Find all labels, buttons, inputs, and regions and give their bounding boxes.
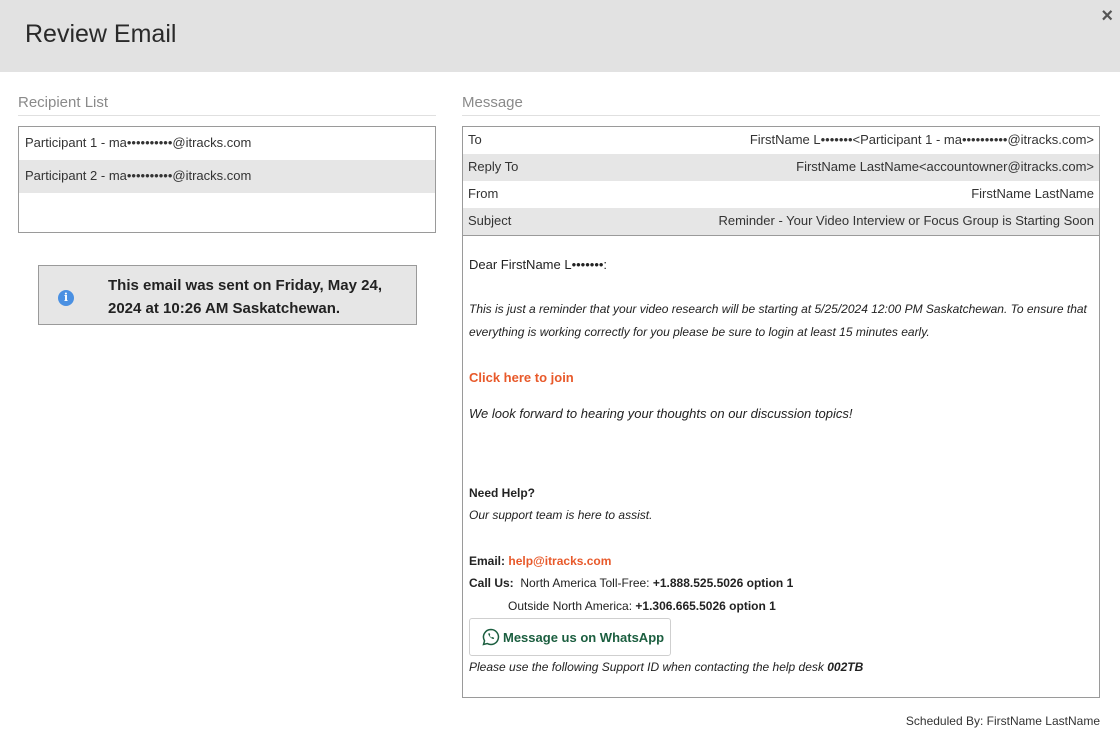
message-label: Message bbox=[462, 94, 1100, 116]
greeting: Dear FirstName L•••••••: bbox=[469, 257, 608, 272]
message-panel: To FirstName L•••••••<Participant 1 - ma… bbox=[462, 126, 1100, 698]
outside-number: +1.306.665.5026 option 1 bbox=[635, 599, 776, 613]
meta-row-reply-to: Reply To FirstName LastName<accountowner… bbox=[463, 154, 1099, 181]
na-label: North America Toll-Free: bbox=[520, 576, 650, 590]
email-label: Email: bbox=[469, 554, 506, 568]
meta-key: Subject bbox=[468, 213, 512, 228]
outside-line: Outside North America: +1.306.665.5026 o… bbox=[508, 599, 776, 613]
body-paragraph: This is just a reminder that your video … bbox=[469, 302, 1087, 316]
outside-label: Outside North America: bbox=[508, 599, 633, 613]
divider bbox=[463, 235, 1099, 236]
support-id: 002TB bbox=[827, 660, 864, 674]
meta-value: FirstName LastName bbox=[971, 186, 1094, 201]
whatsapp-button[interactable]: Message us on WhatsApp bbox=[469, 618, 671, 656]
na-number: +1.888.525.5026 option 1 bbox=[652, 576, 794, 590]
recipient-list-label: Recipient List bbox=[18, 94, 436, 116]
whatsapp-icon bbox=[482, 628, 500, 646]
meta-value: FirstName LastName<accountowner@itracks.… bbox=[796, 159, 1094, 174]
call-line: Call Us: North America Toll-Free: +1.888… bbox=[469, 576, 793, 590]
meta-row-from: From FirstName LastName bbox=[463, 181, 1099, 208]
sent-info-box: i This email was sent on Friday, May 24,… bbox=[38, 265, 417, 325]
modal-header: Review Email × bbox=[0, 0, 1120, 72]
recipient-list: Participant 1 - ma••••••••••@itracks.com… bbox=[18, 126, 436, 233]
support-text: Please use the following Support ID when… bbox=[469, 660, 824, 674]
sent-info-text: This email was sent on Friday, May 24, 2… bbox=[108, 277, 382, 317]
email-link[interactable]: help@itracks.com bbox=[508, 554, 611, 568]
recipient-item[interactable]: Participant 2 - ma••••••••••@itracks.com bbox=[19, 160, 435, 193]
meta-key: From bbox=[468, 186, 499, 201]
page-title: Review Email bbox=[25, 20, 177, 48]
info-icon: i bbox=[58, 290, 74, 306]
email-line: Email: help@itracks.com bbox=[469, 554, 611, 568]
recipient-item[interactable]: Participant 1 - ma••••••••••@itracks.com bbox=[19, 127, 435, 160]
meta-row-subject: Subject Reminder - Your Video Interview … bbox=[463, 208, 1099, 235]
meta-key: To bbox=[468, 132, 482, 147]
help-heading: Need Help? bbox=[469, 486, 536, 500]
meta-row-to: To FirstName L•••••••<Participant 1 - ma… bbox=[463, 127, 1099, 154]
help-subtext: Our support team is here to assist. bbox=[469, 508, 653, 522]
meta-value: FirstName L•••••••<Participant 1 - ma•••… bbox=[749, 132, 1094, 147]
meta-key: Reply To bbox=[468, 159, 519, 174]
support-line: Please use the following Support ID when… bbox=[469, 660, 863, 674]
scheduled-by: Scheduled By: FirstName LastName bbox=[905, 714, 1100, 728]
body-paragraph: everything is working correctly for you … bbox=[469, 325, 930, 339]
close-icon[interactable]: × bbox=[1101, 4, 1113, 28]
join-link[interactable]: Click here to join bbox=[469, 370, 574, 385]
meta-value: Reminder - Your Video Interview or Focus… bbox=[718, 213, 1094, 228]
body-paragraph: We look forward to hearing your thoughts… bbox=[469, 406, 853, 421]
call-label: Call Us: bbox=[469, 576, 514, 590]
whatsapp-label: Message us on WhatsApp bbox=[503, 630, 665, 645]
